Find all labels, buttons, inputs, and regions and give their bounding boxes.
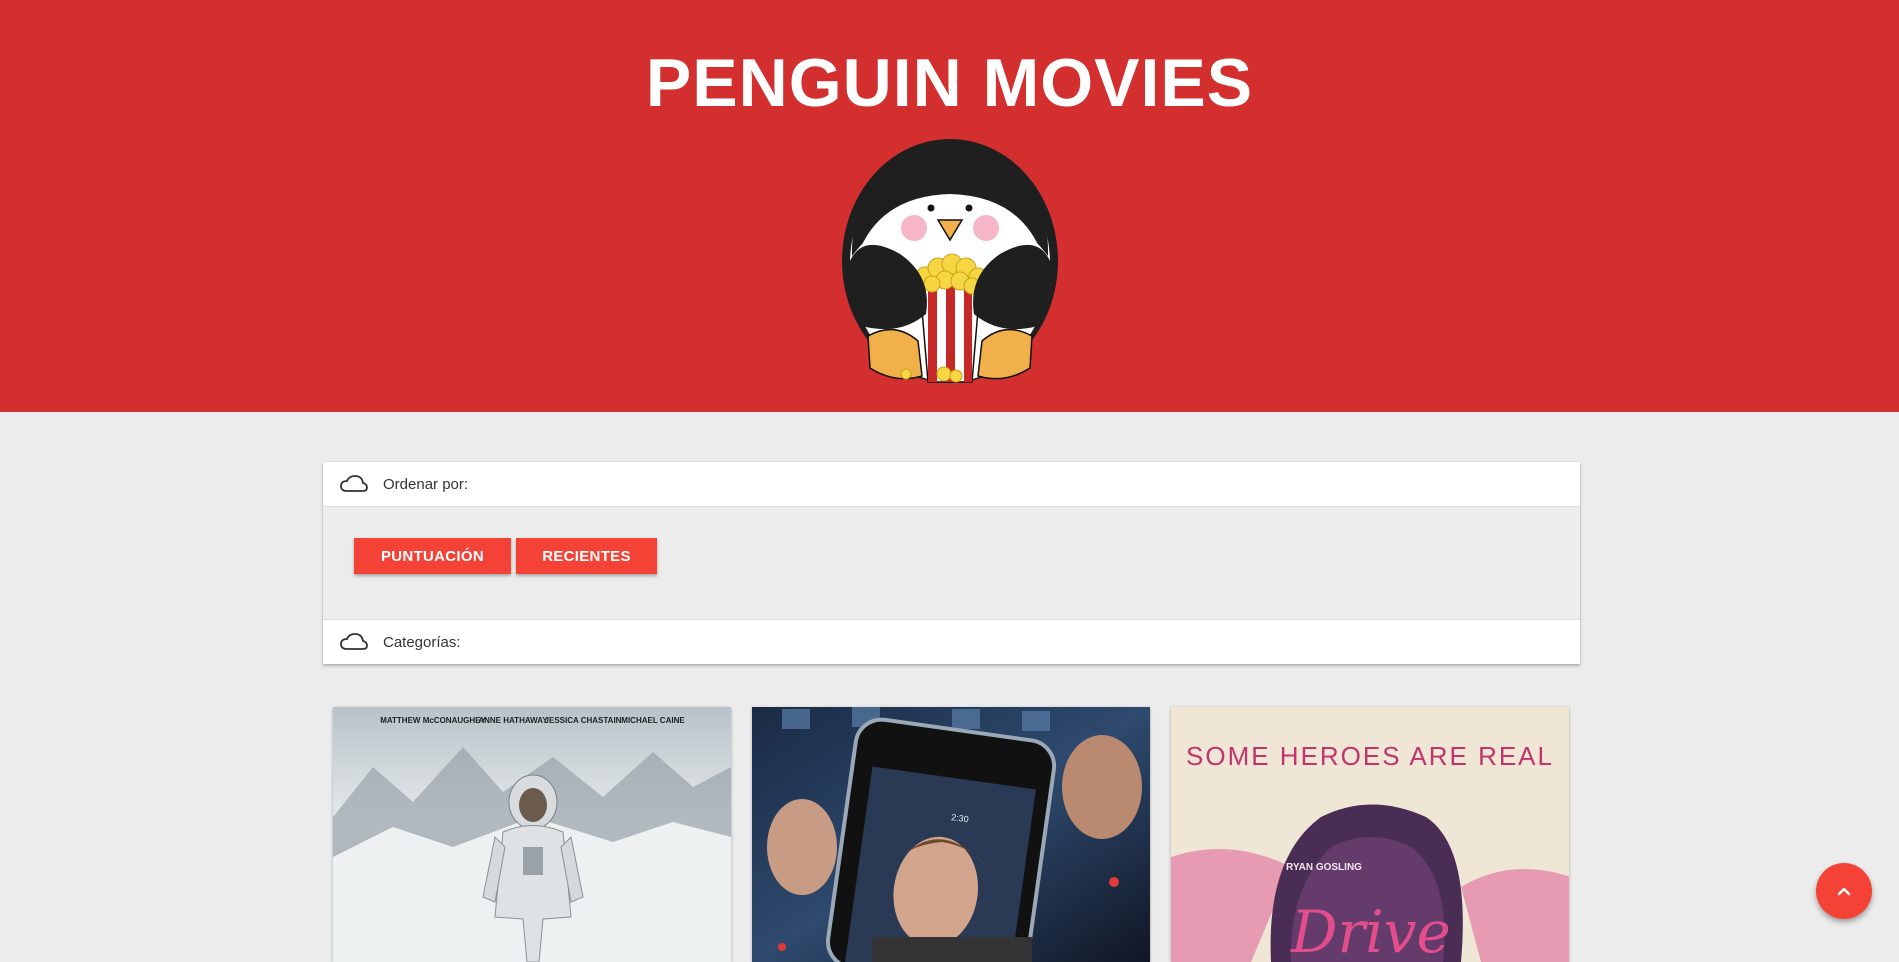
movie-card[interactable]: SOME HEROES ARE REAL RYAN GOSLING Drive — [1171, 707, 1569, 962]
cloud-icon — [340, 475, 368, 492]
site-header: PENGUIN MOVIES — [0, 0, 1899, 412]
sort-header[interactable]: Ordenar por: — [323, 462, 1580, 507]
categories-label: Categorías: — [383, 633, 461, 651]
site-title: PENGUIN MOVIES — [645, 45, 1254, 121]
phone-thriller-poster: 2:30 — [752, 707, 1150, 962]
drive-poster: SOME HEROES ARE REAL RYAN GOSLING Drive — [1171, 707, 1569, 962]
cast-name: MATTHEW McCONAUGHEY — [380, 716, 486, 725]
scroll-top-button[interactable] — [1816, 863, 1872, 919]
chevron-up-icon — [1837, 887, 1851, 896]
sort-by-recent-button[interactable]: RECIENTES — [516, 538, 657, 574]
interstellar-poster: MATTHEW McCONAUGHEY ANNE HATHAWAY JESSIC… — [333, 707, 731, 962]
sort-body — [323, 507, 1580, 619]
movie-title: Drive — [1290, 898, 1451, 962]
movie-card[interactable]: 2:30 — [752, 707, 1150, 962]
cast-name: JESSICA CHASTAIN — [545, 716, 622, 725]
sort-label: Ordenar por: — [383, 475, 469, 493]
tagline: SOME HEROES ARE REAL — [1186, 741, 1554, 771]
sort-by-score-button[interactable]: PUNTUACIÓN — [354, 538, 511, 574]
cast-name: MICHAEL CAINE — [621, 716, 685, 725]
actor-name: RYAN GOSLING — [1286, 862, 1362, 873]
categories-header[interactable]: Categorías: — [323, 619, 1580, 664]
cloud-icon — [340, 633, 368, 650]
movie-card[interactable]: MATTHEW McCONAUGHEY ANNE HATHAWAY JESSIC… — [333, 707, 731, 962]
filter-panel: Ordenar por: Categorías: — [323, 462, 1580, 664]
cast-name: ANNE HATHAWAY — [478, 716, 548, 725]
penguin-popcorn-logo — [842, 139, 1058, 383]
